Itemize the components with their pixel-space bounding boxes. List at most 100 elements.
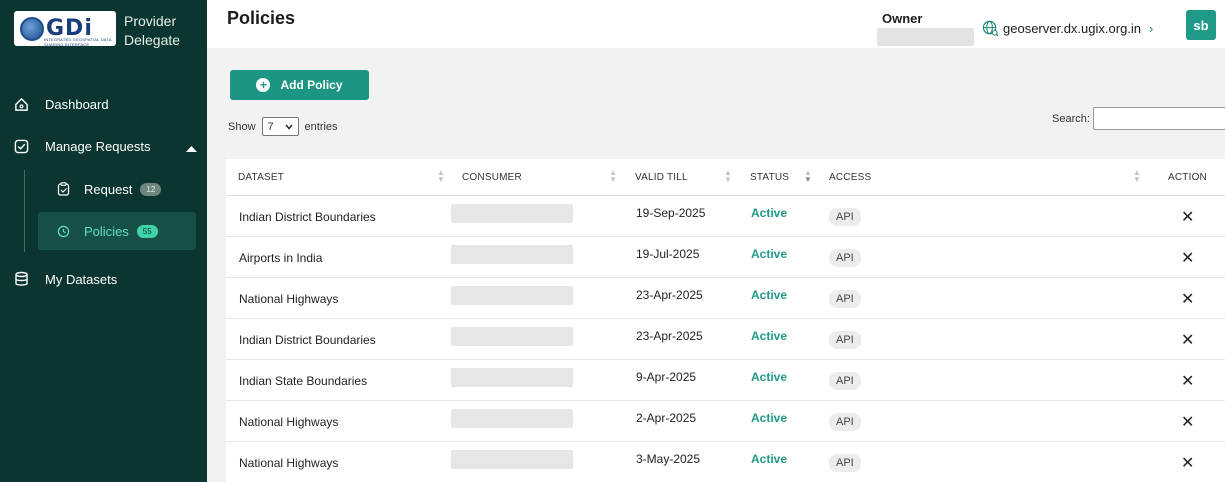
- policies-table: DATASET ▲ ▼ CONSUMER ▲ ▼ VALID TILL ▲ ▼ STA…: [226, 159, 1225, 482]
- valid-till-cell: 2-Apr-2025: [636, 411, 697, 425]
- sort-icon[interactable]: ▲ ▼: [724, 169, 732, 184]
- user-role: Provider Delegate: [124, 12, 180, 50]
- sidebar-item-label: Manage Requests: [45, 138, 151, 154]
- status-cell: Active: [751, 411, 788, 425]
- valid-till-cell: 23-Apr-2025: [636, 329, 703, 343]
- table-row: Indian State Boundaries 9-Apr-2025 Activ…: [226, 360, 1225, 401]
- logo[interactable]: GDi INTEGRATED GEOSPATIAL DATA SHARING I…: [14, 11, 116, 47]
- role-line-1: Provider: [124, 13, 177, 29]
- sidebar-item-label: Policies: [84, 223, 129, 239]
- sidebar-item-policies[interactable]: Policies 55: [55, 223, 158, 239]
- globe-logo-icon: [20, 16, 44, 41]
- column-header-action: ACTION: [1168, 172, 1207, 183]
- close-icon[interactable]: ✕: [1181, 330, 1194, 350]
- access-badge: API: [829, 290, 861, 308]
- sidebar-item-request[interactable]: Request 12: [55, 181, 162, 197]
- page-title: Policies: [227, 8, 296, 28]
- column-header-access[interactable]: ACCESS: [829, 172, 871, 183]
- table-row: National Highways 23-Apr-2025 Active API…: [226, 278, 1225, 319]
- consumer-cell-redacted: [451, 245, 573, 264]
- sort-icon[interactable]: ▲ ▼: [1133, 169, 1141, 184]
- sort-descending-icon[interactable]: ▲ ▼: [804, 169, 812, 184]
- access-badge: API: [829, 249, 861, 267]
- dataset-cell: National Highways: [239, 415, 339, 429]
- consumer-cell-redacted: [451, 450, 573, 469]
- server-name: geoserver.dx.ugix.org.in: [1003, 21, 1142, 36]
- role-line-2: Delegate: [124, 32, 181, 48]
- table-row: National Highways 2-Apr-2025 Active API …: [226, 401, 1225, 442]
- sidebar-item-dashboard[interactable]: Dashboard: [0, 95, 207, 113]
- valid-till-cell: 19-Jul-2025: [636, 247, 700, 261]
- plus-circle-icon: +: [256, 78, 271, 92]
- server-selector[interactable]: geoserver.dx.ugix.org.in ›: [982, 20, 1153, 37]
- dataset-cell: National Highways: [239, 292, 339, 306]
- show-label: Show: [228, 120, 256, 133]
- status-cell: Active: [751, 247, 788, 261]
- status-cell: Active: [751, 329, 788, 343]
- valid-till-cell: 23-Apr-2025: [636, 288, 703, 302]
- clipboard-icon: [55, 181, 71, 197]
- entries-select[interactable]: 7: [261, 117, 299, 136]
- page-header: Policies Owner geoserver.dx.ugix.org.in …: [207, 0, 1225, 48]
- add-policy-label: Add Policy: [280, 78, 343, 92]
- dataset-cell: Airports in India: [239, 251, 323, 265]
- access-badge: API: [829, 331, 861, 349]
- search-label: Search:: [1052, 112, 1090, 125]
- close-icon[interactable]: ✕: [1181, 289, 1194, 309]
- close-icon[interactable]: ✕: [1181, 371, 1194, 391]
- globe-icon: [982, 20, 999, 37]
- sidebar-item-label: My Datasets: [45, 271, 118, 287]
- close-icon[interactable]: ✕: [1181, 207, 1194, 227]
- check-square-icon: [13, 138, 29, 154]
- sidebar-item-manage-requests[interactable]: Manage Requests: [0, 137, 207, 155]
- chevron-down-icon: [284, 124, 293, 130]
- status-cell: Active: [751, 206, 788, 220]
- table-row: Airports in India 19-Jul-2025 Active API…: [226, 237, 1225, 278]
- column-header-valid-till[interactable]: VALID TILL: [635, 172, 688, 183]
- sidebar-item-label: Dashboard: [45, 96, 109, 112]
- search-input[interactable]: [1092, 107, 1225, 130]
- entries-value: 7: [267, 120, 274, 133]
- sort-icon[interactable]: ▲ ▼: [609, 169, 617, 184]
- dataset-cell: Indian District Boundaries: [239, 333, 376, 347]
- access-badge: API: [829, 454, 861, 472]
- chevron-right-icon: ›: [1149, 21, 1154, 36]
- status-cell: Active: [751, 370, 788, 384]
- consumer-cell-redacted: [451, 368, 573, 387]
- consumer-cell-redacted: [451, 409, 573, 428]
- dataset-cell: Indian State Boundaries: [239, 374, 368, 388]
- table-row: Indian District Boundaries 19-Sep-2025 A…: [226, 196, 1225, 237]
- add-policy-button[interactable]: + Add Policy: [230, 70, 369, 100]
- table-header: DATASET ▲ ▼ CONSUMER ▲ ▼ VALID TILL ▲ ▼ STA…: [226, 159, 1225, 196]
- column-header-consumer[interactable]: CONSUMER: [462, 172, 522, 183]
- sidebar: GDi INTEGRATED GEOSPATIAL DATA SHARING I…: [0, 0, 207, 482]
- caret-up-icon[interactable]: [186, 141, 197, 156]
- column-header-dataset[interactable]: DATASET: [238, 172, 284, 183]
- request-count-badge: 12: [140, 182, 162, 196]
- table-row: National Highways 3-May-2025 Active API …: [226, 442, 1225, 482]
- home-icon: [13, 96, 29, 112]
- avatar[interactable]: sb: [1186, 10, 1216, 40]
- table-row: Indian District Boundaries 23-Apr-2025 A…: [226, 319, 1225, 360]
- dataset-cell: National Highways: [239, 456, 339, 470]
- tree-line: [24, 170, 25, 252]
- search-control: Search:: [1052, 107, 1225, 130]
- clock-icon: [55, 223, 71, 239]
- access-badge: API: [829, 208, 861, 226]
- owner-label: Owner: [882, 11, 923, 26]
- column-header-status[interactable]: STATUS: [750, 172, 789, 183]
- close-icon[interactable]: ✕: [1181, 248, 1194, 268]
- access-badge: API: [829, 413, 861, 431]
- close-icon[interactable]: ✕: [1181, 453, 1194, 473]
- valid-till-cell: 3-May-2025: [636, 452, 701, 466]
- consumer-cell-redacted: [451, 204, 573, 223]
- entries-label: entries: [304, 120, 338, 133]
- entries-control: Show 7 entries: [228, 117, 338, 136]
- status-cell: Active: [751, 288, 788, 302]
- close-icon[interactable]: ✕: [1181, 412, 1194, 432]
- valid-till-cell: 19-Sep-2025: [636, 206, 706, 220]
- policies-count-badge: 55: [136, 224, 158, 238]
- sidebar-item-my-datasets[interactable]: My Datasets: [0, 270, 207, 288]
- sort-icon[interactable]: ▲ ▼: [437, 169, 445, 184]
- dataset-cell: Indian District Boundaries: [239, 210, 376, 224]
